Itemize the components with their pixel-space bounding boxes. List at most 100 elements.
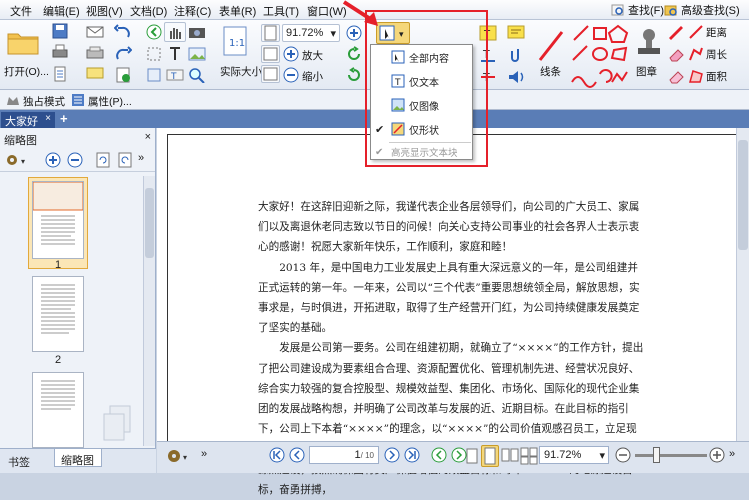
- sidebar-scroll-thumb[interactable]: [145, 188, 154, 258]
- first-page-icon[interactable]: [269, 447, 285, 463]
- thumbnail-page-2-preview: [41, 284, 75, 334]
- properties-button[interactable]: 属性(P)...: [88, 94, 132, 109]
- tab-thumbnails[interactable]: 缩略图: [54, 449, 102, 467]
- menu-form[interactable]: 表单(R): [219, 3, 256, 19]
- menu-tools[interactable]: 工具(T): [263, 3, 299, 19]
- zoom-select[interactable]: 91.72% ▾: [282, 24, 340, 42]
- document-paragraph: 2013 年，是中国电力工业发展史上具有重大深远意义的一年，是公司组建并正式运转…: [258, 261, 640, 335]
- pencil-icon[interactable]: [667, 24, 685, 40]
- sound-icon[interactable]: [506, 68, 526, 86]
- prev-page-icon[interactable]: [289, 447, 305, 463]
- save-icon[interactable]: [52, 23, 68, 39]
- eraser-pink-icon[interactable]: [667, 68, 685, 84]
- menu-file[interactable]: 文件: [10, 3, 32, 19]
- typewriter-icon[interactable]: T: [166, 67, 184, 83]
- text-select-icon[interactable]: [166, 46, 184, 62]
- status-zoom-select[interactable]: 91.72% ▾: [539, 446, 609, 464]
- zoom-slider-track[interactable]: [635, 454, 707, 457]
- find-button[interactable]: 查找(F): [611, 2, 664, 18]
- comment-icon[interactable]: [86, 67, 104, 81]
- magnify-icon[interactable]: [188, 67, 206, 83]
- area-label[interactable]: 面积: [706, 69, 727, 84]
- actual-size-icon[interactable]: 1:1: [222, 26, 248, 58]
- continuous-facing-icon[interactable]: [520, 447, 538, 465]
- exclusive-mode-button[interactable]: 独占模式: [23, 94, 65, 109]
- thumbnail-zoom-out-icon[interactable]: [66, 151, 84, 169]
- next-page-icon[interactable]: [384, 447, 400, 463]
- more-options-icon[interactable]: »: [138, 152, 144, 164]
- zoom-out-label[interactable]: 缩小: [302, 69, 323, 84]
- perimeter-icon[interactable]: [688, 46, 704, 62]
- rotate-thumb-left-icon[interactable]: [94, 151, 112, 169]
- line-tool-icon[interactable]: [536, 28, 566, 64]
- thumbnail-page-2[interactable]: [32, 276, 84, 352]
- redo-icon[interactable]: [114, 46, 132, 62]
- image-icon[interactable]: [188, 46, 206, 62]
- status-zoom-out-icon[interactable]: [615, 447, 631, 463]
- distance-label[interactable]: 距离: [706, 25, 727, 40]
- single-page-icon[interactable]: [465, 447, 479, 465]
- previous-icon[interactable]: [146, 24, 162, 40]
- zoom-in-label[interactable]: 放大: [302, 48, 323, 63]
- line-tool-label[interactable]: 线条: [540, 64, 561, 79]
- tab-close-icon[interactable]: ×: [45, 113, 51, 124]
- eraser-icon[interactable]: [667, 46, 685, 62]
- zoom-slider-handle[interactable]: [653, 447, 660, 463]
- thumbnail-page-1[interactable]: [32, 181, 84, 259]
- attachment-icon[interactable]: [506, 46, 526, 64]
- open-label[interactable]: 打开(O)...: [4, 64, 49, 79]
- rotate-left-icon[interactable]: [346, 46, 362, 62]
- sidebar-scrollbar[interactable]: [143, 176, 155, 446]
- distance-icon[interactable]: [688, 24, 704, 40]
- shape-tools-icon[interactable]: [570, 24, 630, 90]
- area-icon[interactable]: [688, 68, 704, 84]
- zoom-in-icon[interactable]: [283, 46, 299, 62]
- print-icon[interactable]: [52, 44, 68, 60]
- thumbnail-page-3[interactable]: [32, 372, 84, 448]
- options-gear-icon[interactable]: ▾: [4, 152, 32, 168]
- zoom-out-icon[interactable]: [283, 67, 299, 83]
- rotate-thumb-right-icon[interactable]: [116, 151, 134, 169]
- document-scroll-thumb[interactable]: [738, 140, 748, 250]
- new-tab-button[interactable]: +: [60, 111, 68, 126]
- rotate-right-icon[interactable]: [346, 67, 362, 83]
- new-document-icon[interactable]: [52, 66, 68, 82]
- status-overflow-icon[interactable]: »: [729, 448, 735, 460]
- status-zoom-in-icon[interactable]: [709, 447, 725, 463]
- snapshot-icon[interactable]: [188, 24, 206, 40]
- insert-page-icon[interactable]: [114, 67, 132, 83]
- page-total-label: / 10: [360, 451, 374, 460]
- menu-comment[interactable]: 注释(C): [174, 3, 211, 19]
- open-folder-icon[interactable]: [6, 26, 40, 56]
- perimeter-label[interactable]: 周长: [706, 47, 727, 62]
- fit-width-button[interactable]: [261, 45, 280, 63]
- stamp-icon[interactable]: [634, 26, 664, 60]
- select-area-icon[interactable]: [146, 46, 162, 62]
- hand-tool-button[interactable]: [164, 22, 186, 42]
- status-more-icon[interactable]: »: [201, 448, 207, 460]
- document-scrollbar[interactable]: [736, 128, 749, 441]
- panel-close-icon[interactable]: ×: [145, 131, 151, 143]
- email-icon[interactable]: [86, 25, 104, 39]
- facing-page-icon[interactable]: [501, 447, 519, 465]
- last-page-icon[interactable]: [404, 447, 420, 463]
- menu-view[interactable]: 视图(V): [86, 3, 123, 19]
- continuous-page-button[interactable]: [481, 445, 499, 467]
- link-icon[interactable]: [146, 67, 162, 83]
- page-number-input[interactable]: 1/ 10: [309, 446, 379, 464]
- advanced-find-button[interactable]: 高级查找(S): [664, 2, 740, 18]
- menu-edit[interactable]: 编辑(E): [43, 3, 80, 19]
- tab-bookmarks[interactable]: 书签: [8, 454, 30, 470]
- thumbnail-zoom-in-icon[interactable]: [44, 151, 62, 169]
- menu-document[interactable]: 文档(D): [130, 3, 167, 19]
- status-gear-icon[interactable]: ▾: [165, 447, 193, 465]
- stamp-label[interactable]: 图章: [636, 64, 657, 79]
- undo-icon[interactable]: [114, 24, 132, 40]
- scan-icon[interactable]: [86, 46, 104, 60]
- note-icon[interactable]: [506, 24, 526, 42]
- fit-page-button[interactable]: [261, 24, 280, 42]
- tab-document[interactable]: 大家好 ×: [1, 112, 55, 128]
- fit-visible-button[interactable]: [261, 65, 280, 83]
- back-view-icon[interactable]: [431, 447, 447, 463]
- actual-size-label[interactable]: 实际大小: [220, 64, 262, 79]
